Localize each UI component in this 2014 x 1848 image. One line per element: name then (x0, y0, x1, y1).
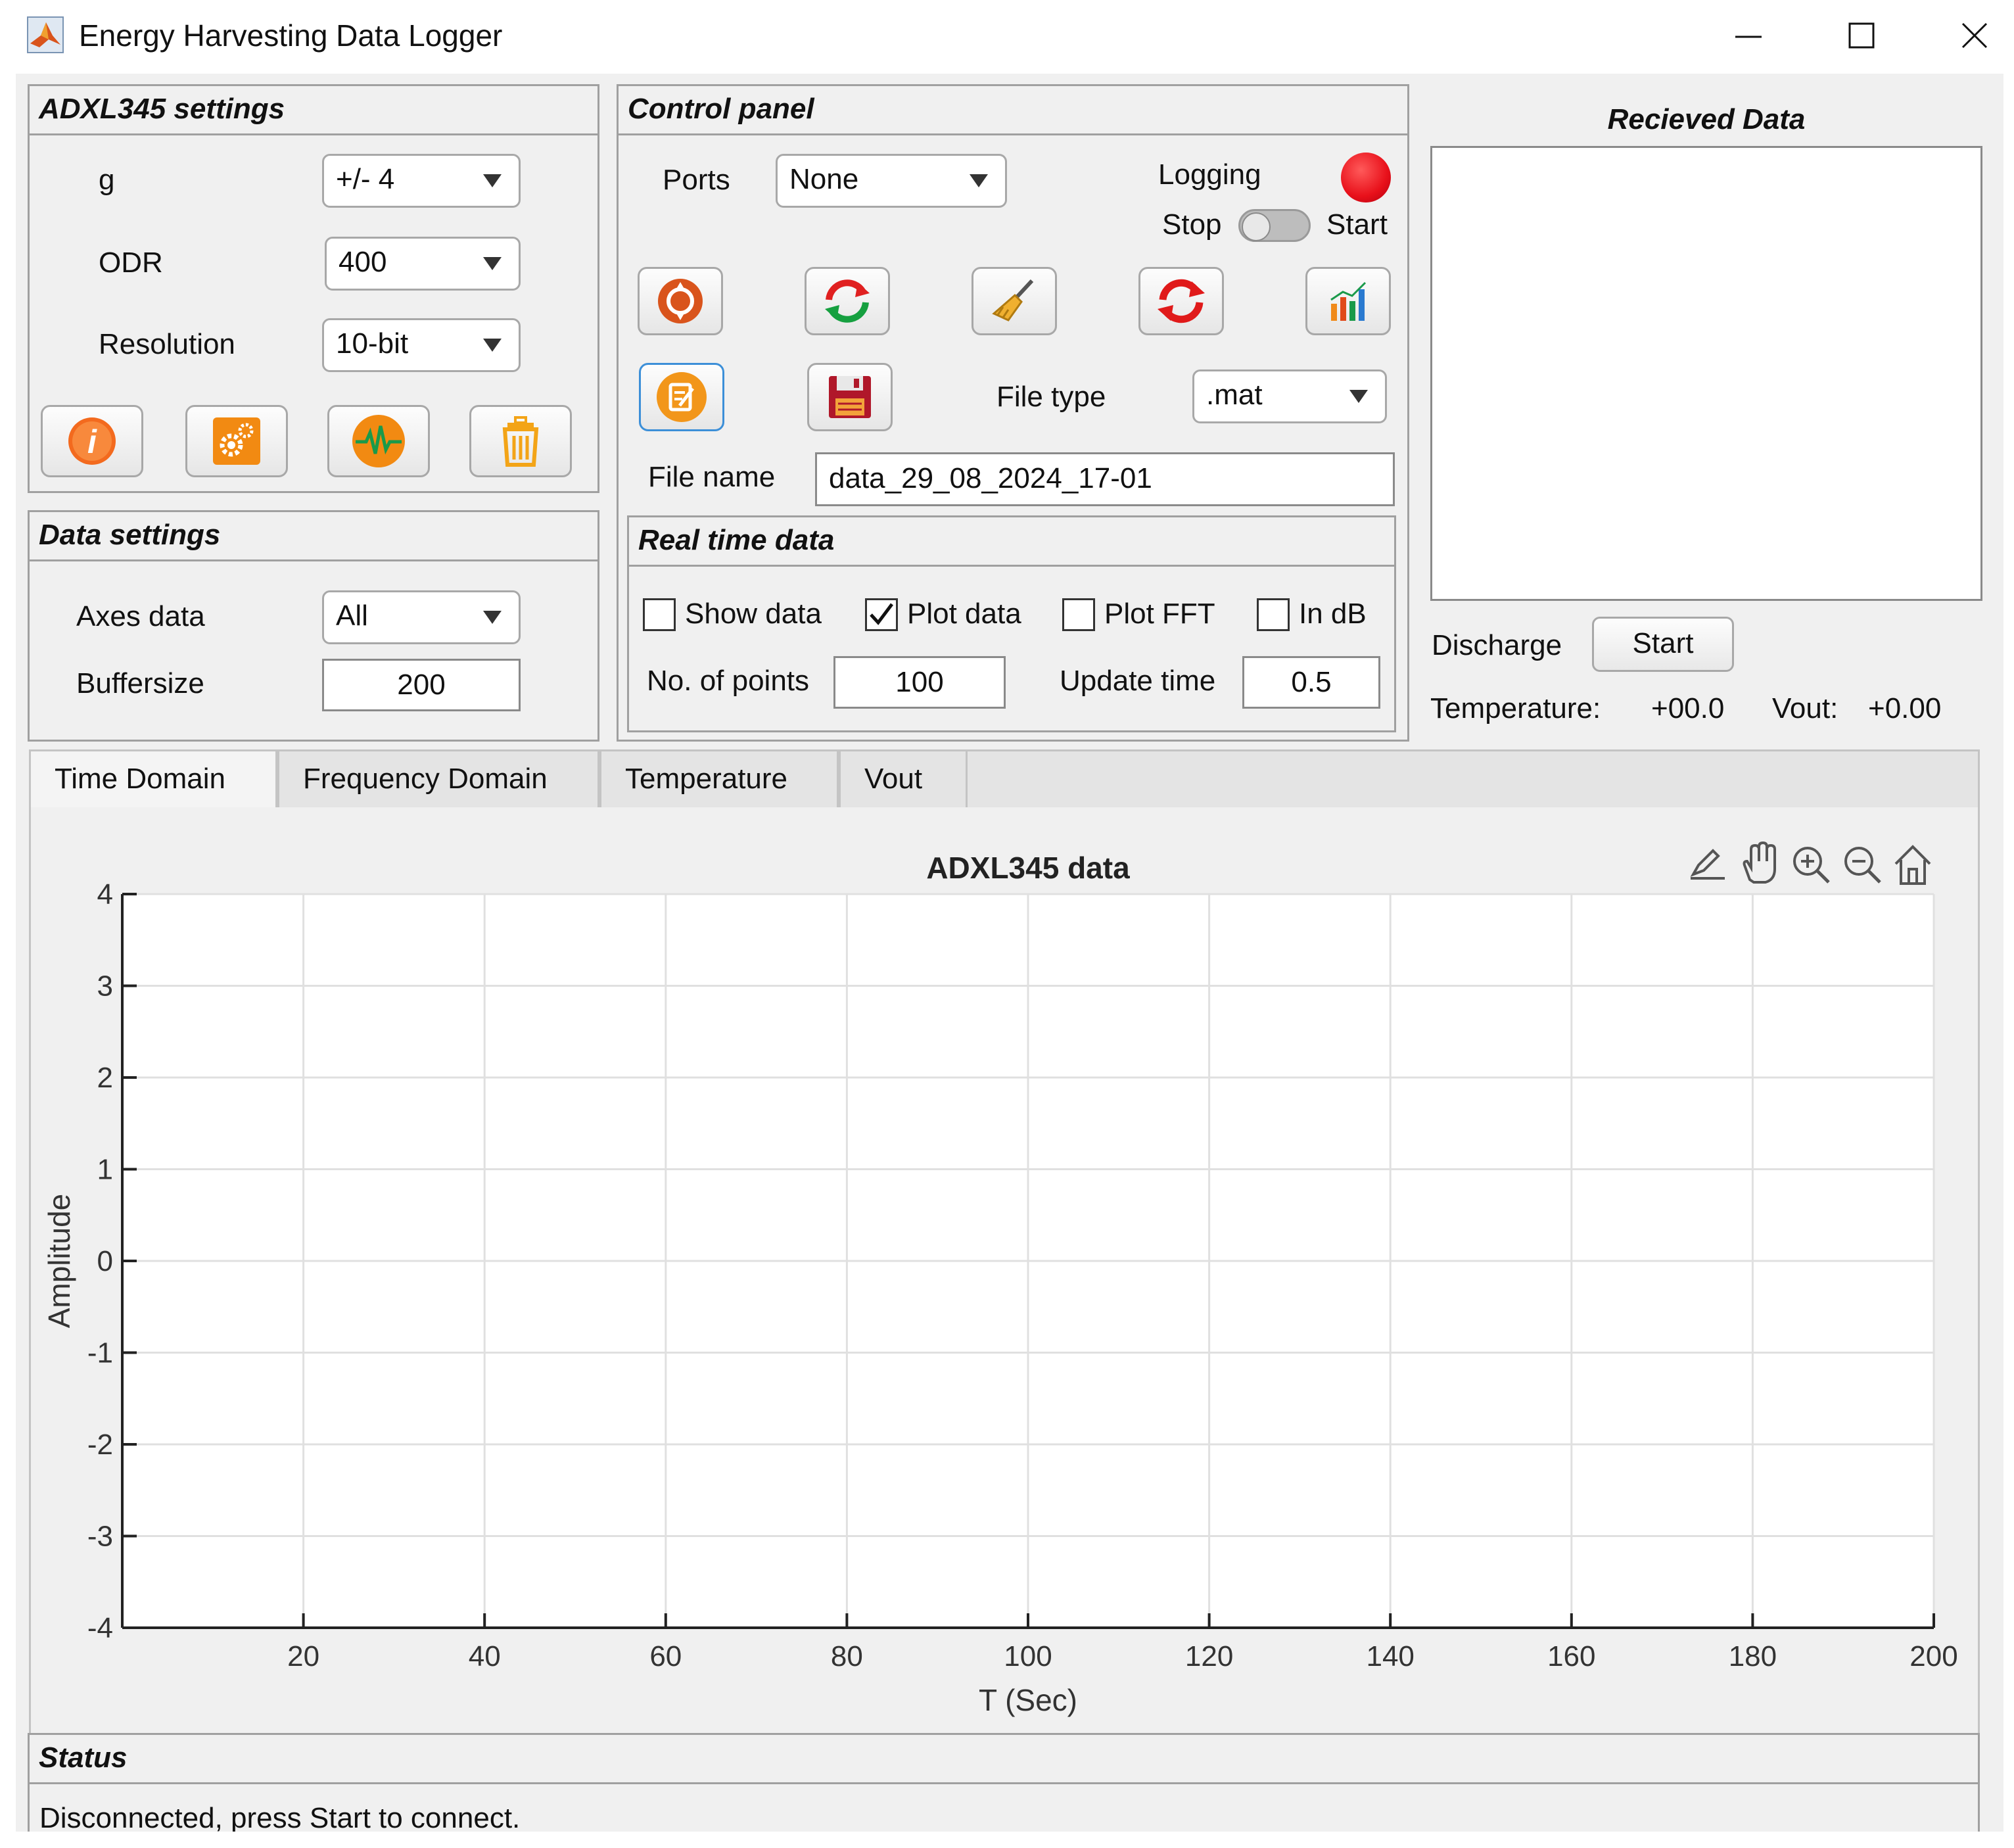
x-tick-label: 200 (1909, 1640, 1957, 1672)
x-axis-label: T (Sec) (979, 1683, 1077, 1717)
x-tick-label: 140 (1366, 1640, 1414, 1672)
x-tick-label: 80 (831, 1640, 863, 1672)
x-tick-label: 180 (1729, 1640, 1777, 1672)
x-tick-label: 40 (469, 1640, 501, 1672)
zoom-in-icon[interactable] (1793, 847, 1830, 884)
x-tick-label: 120 (1185, 1640, 1233, 1672)
y-tick-label: 2 (97, 1062, 113, 1094)
y-tick-label: 0 (97, 1245, 113, 1277)
pan-hand-icon[interactable] (1743, 841, 1776, 884)
y-tick-label: -2 (87, 1429, 113, 1461)
x-tick-label: 60 (649, 1640, 682, 1672)
status-title: Status (39, 1741, 128, 1774)
zoom-out-icon[interactable] (1844, 847, 1881, 884)
x-tick-label: 20 (287, 1640, 319, 1672)
window-bottom-edge (0, 1832, 2014, 1848)
x-tick-label: 160 (1547, 1640, 1595, 1672)
y-tick-label: -1 (87, 1337, 113, 1369)
chart-title: ADXL345 data (926, 851, 1130, 885)
y-tick-label: 4 (97, 878, 113, 911)
x-tick-label: 100 (1004, 1640, 1052, 1672)
y-tick-label: -3 (87, 1521, 113, 1553)
adxl345-chart[interactable]: 20 40 60 80 100 120 140 160 180 20043210-1-2-3-4 … (0, 0, 2014, 1848)
y-tick-label: 1 (97, 1154, 113, 1186)
y-axis-label: Amplitude (42, 1194, 76, 1329)
home-icon[interactable] (1894, 845, 1931, 885)
brush-tool-icon[interactable] (1690, 849, 1725, 880)
y-tick-label: -4 (87, 1612, 113, 1644)
y-tick-label: 3 (97, 970, 113, 1003)
